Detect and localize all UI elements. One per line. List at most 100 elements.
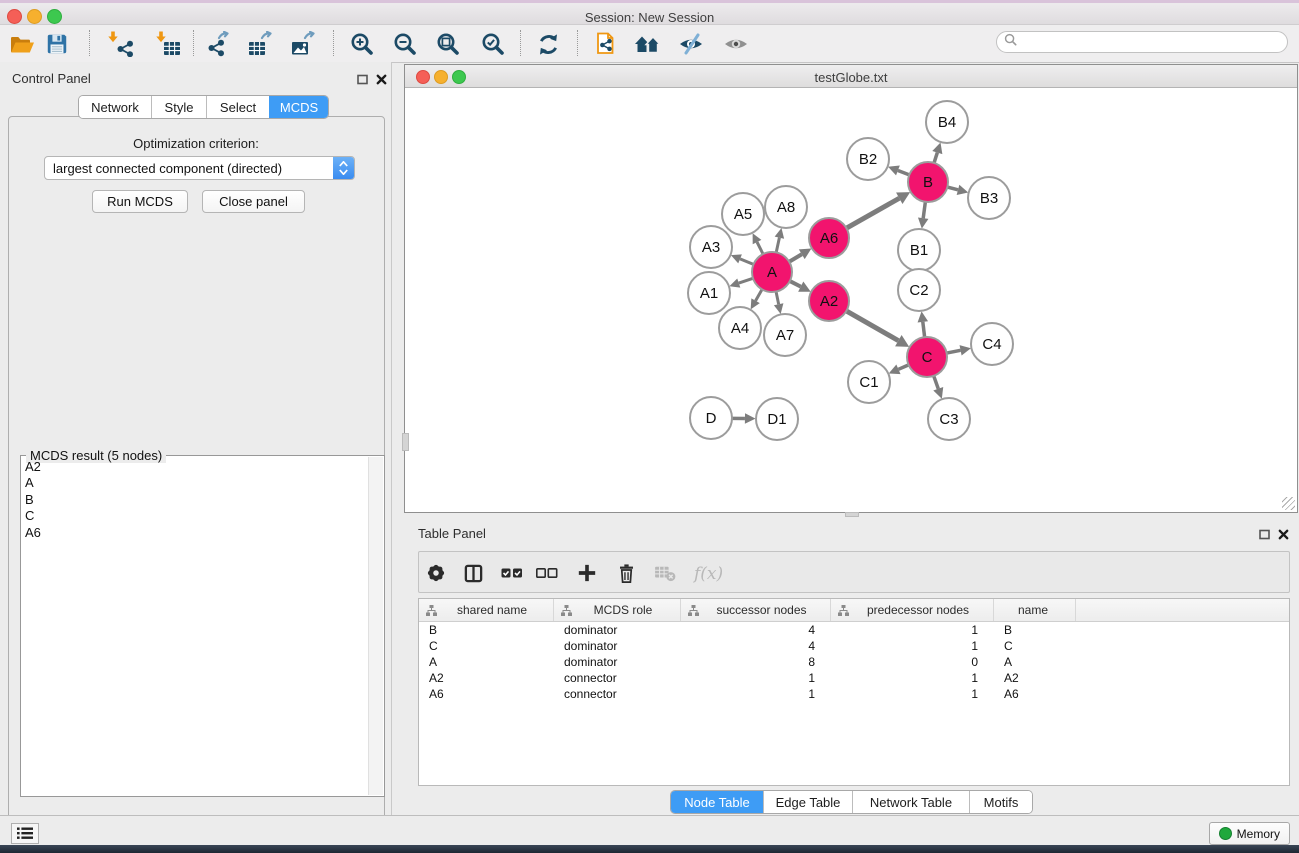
result-list-item[interactable]: A	[25, 475, 41, 491]
edge-arrowhead	[957, 185, 969, 195]
edge-arrowhead	[960, 345, 971, 355]
graph-edge-A-A4[interactable]	[756, 289, 762, 300]
graph-node-label: A	[767, 264, 777, 281]
optimization-criterion-dropdown[interactable]: largest connected component (directed)	[44, 156, 355, 180]
table-row[interactable]: Adominator80A	[419, 654, 1289, 670]
result-list-item[interactable]: A2	[25, 459, 41, 475]
task-history-button[interactable]	[11, 823, 39, 844]
save-session-icon[interactable]	[39, 27, 75, 61]
import-table-icon[interactable]	[150, 27, 186, 61]
table-cell: connector	[554, 671, 681, 685]
home-icon[interactable]	[630, 27, 666, 61]
show-columns-icon[interactable]	[456, 561, 490, 585]
edge-arrowhead	[745, 413, 756, 424]
close-panel-icon[interactable]	[376, 72, 387, 90]
tab-network[interactable]: Network	[79, 96, 151, 118]
close-table-panel-icon[interactable]	[1278, 527, 1289, 545]
table-row[interactable]: Cdominator41C	[419, 638, 1289, 654]
column-header-name[interactable]: name	[994, 599, 1076, 621]
graph-edge-A-A7[interactable]	[776, 292, 779, 305]
graph-node-label: B1	[910, 242, 928, 259]
tab-mcds[interactable]: MCDS	[269, 96, 328, 118]
control-panel-tabs: NetworkStyleSelectMCDS	[78, 95, 329, 119]
delete-column-icon[interactable]	[609, 561, 643, 585]
table-cell: 1	[831, 623, 994, 637]
graph-edge-A6-B[interactable]	[846, 198, 899, 228]
tab-motifs[interactable]: Motifs	[969, 791, 1032, 813]
network-graph[interactable]: AA1A2A3A4A5A6A7A8BB1B2B3B4CC1C2C3C4DD1	[405, 88, 1297, 512]
refresh-view-icon[interactable]	[530, 27, 566, 61]
table-cell: 0	[831, 655, 994, 669]
zoom-in-icon[interactable]	[344, 27, 380, 61]
float-panel-icon[interactable]	[357, 72, 368, 90]
graph-node-label: A8	[777, 199, 795, 216]
import-network-icon[interactable]	[102, 27, 138, 61]
table-row[interactable]: A6connector11A6	[419, 686, 1289, 702]
tab-style[interactable]: Style	[151, 96, 206, 118]
table-cell: A2	[419, 671, 554, 685]
open-folder-icon[interactable]	[4, 27, 40, 61]
table-settings-icon[interactable]	[419, 561, 453, 585]
zoom-selected-icon[interactable]	[475, 27, 511, 61]
result-scrollbar[interactable]	[368, 457, 383, 795]
column-header-MCDS-role[interactable]: MCDS role	[554, 599, 681, 621]
graph-edge-C-C2[interactable]	[923, 322, 925, 337]
memory-button[interactable]: Memory	[1209, 822, 1290, 845]
deselect-all-icon[interactable]	[530, 561, 564, 585]
tab-node-table[interactable]: Node Table	[671, 791, 763, 813]
table-row[interactable]: A2connector11A2	[419, 670, 1289, 686]
column-header-successor-nodes[interactable]: successor nodes	[681, 599, 831, 621]
graph-edge-A-A8[interactable]	[776, 238, 779, 253]
export-image-icon[interactable]	[286, 27, 322, 61]
column-header-shared-name[interactable]: shared name	[419, 599, 554, 621]
graph-edge-B-B2[interactable]	[898, 170, 909, 174]
graph-edge-A-A6[interactable]	[789, 254, 802, 262]
export-network-icon[interactable]	[200, 27, 236, 61]
graph-edge-C-C3[interactable]	[934, 376, 939, 389]
table-cell: connector	[554, 687, 681, 701]
result-list-item[interactable]: C	[25, 508, 41, 524]
graph-edge-B-B1[interactable]	[923, 202, 925, 218]
graph-edge-C-C1[interactable]	[898, 365, 908, 369]
graph-edge-A-A1[interactable]	[739, 278, 753, 283]
select-all-icon[interactable]	[495, 561, 529, 585]
tab-select[interactable]: Select	[206, 96, 269, 118]
close-panel-button[interactable]: Close panel	[202, 190, 305, 213]
zoom-out-icon[interactable]	[387, 27, 423, 61]
column-header-predecessor-nodes[interactable]: predecessor nodes	[831, 599, 994, 621]
copy-network-icon[interactable]	[587, 27, 623, 61]
control-panel-title: Control Panel	[12, 71, 91, 86]
graph-edge-B-B4[interactable]	[934, 153, 937, 163]
zoom-fit-icon[interactable]	[430, 27, 466, 61]
vertical-splitter-handle[interactable]	[402, 433, 409, 451]
resize-grip-icon[interactable]	[1282, 497, 1295, 510]
table-cell: A	[994, 655, 1076, 669]
float-table-panel-icon[interactable]	[1259, 527, 1270, 545]
search-input[interactable]	[1021, 33, 1287, 51]
graph-node-label: B	[923, 174, 933, 191]
graph-edge-A-A2[interactable]	[790, 281, 801, 287]
graph-edge-A-A3[interactable]	[740, 259, 753, 265]
table-toolbar: f(x)	[418, 551, 1290, 593]
search-box[interactable]	[996, 31, 1288, 53]
hide-selected-icon[interactable]	[673, 27, 709, 61]
tab-network-table[interactable]: Network Table	[852, 791, 969, 813]
result-list-item[interactable]: B	[25, 492, 41, 508]
table-row[interactable]: Bdominator41B	[419, 622, 1289, 638]
graph-node-label: B4	[938, 114, 956, 131]
svg-text:f(x): f(x)	[692, 564, 723, 584]
graph-edge-A-A5[interactable]	[757, 242, 763, 254]
show-eye-icon[interactable]	[718, 27, 754, 61]
graph-edge-C-C4[interactable]	[947, 350, 961, 353]
horizontal-splitter-handle[interactable]	[845, 512, 859, 517]
graph-node-label: A4	[731, 320, 749, 337]
title-bar: Session: New Session	[0, 3, 1299, 25]
graph-edge-A2-C[interactable]	[846, 311, 898, 341]
graph-edge-B-B3[interactable]	[947, 187, 958, 190]
run-mcds-button[interactable]: Run MCDS	[92, 190, 188, 213]
export-table-icon[interactable]	[243, 27, 279, 61]
add-column-icon[interactable]	[570, 561, 604, 585]
table-cell: A	[419, 655, 554, 669]
result-list-item[interactable]: A6	[25, 525, 41, 541]
tab-edge-table[interactable]: Edge Table	[763, 791, 852, 813]
